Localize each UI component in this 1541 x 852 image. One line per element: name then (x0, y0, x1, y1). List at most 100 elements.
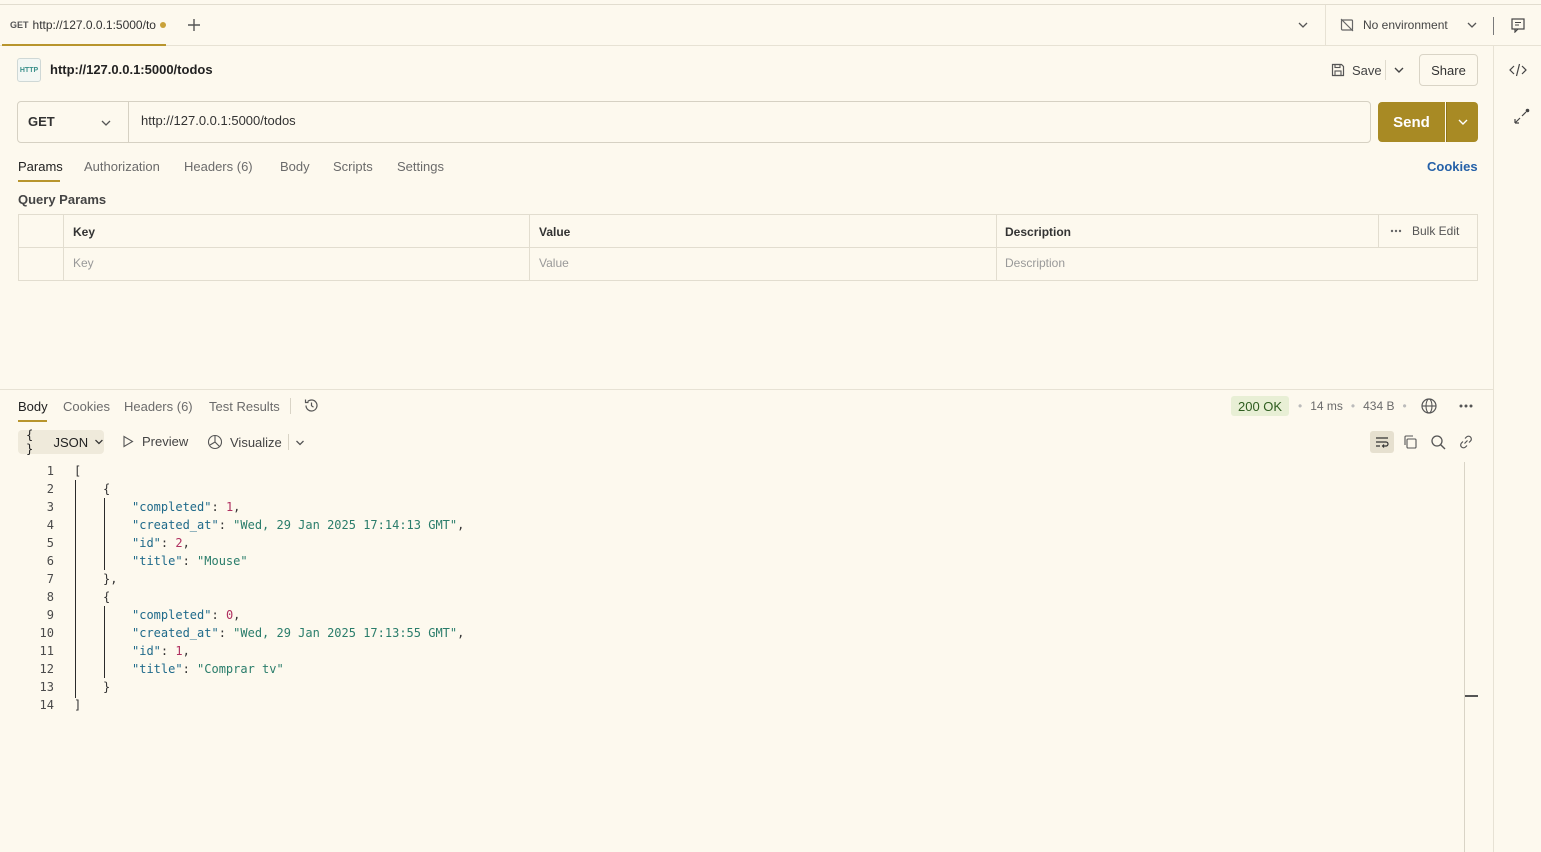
table-divider (18, 247, 1478, 248)
query-params-title: Query Params (18, 192, 107, 207)
request-tab[interactable]: GET http://127.0.0.1:5000/toc (2, 5, 166, 46)
response-tab-test-results[interactable]: Test Results (209, 399, 280, 414)
response-tab-headers[interactable]: Headers (6) (124, 399, 193, 414)
line-number: 11 (39, 644, 54, 658)
environment-selector[interactable]: No environment (1339, 15, 1448, 35)
method-selector[interactable]: GET (28, 114, 55, 129)
code-line: { (103, 590, 111, 604)
request-title[interactable]: http://127.0.0.1:5000/todos (50, 62, 213, 77)
environment-dropdown-button[interactable] (1466, 19, 1478, 31)
comments-icon (1511, 18, 1525, 33)
globe-icon (1421, 398, 1437, 414)
divider (1385, 60, 1386, 80)
right-sidebar (1493, 46, 1541, 852)
code-line: "created_at": "Wed, 29 Jan 2025 17:13:55… (132, 626, 465, 640)
code-snippet-button[interactable] (1509, 62, 1527, 78)
chevron-down-icon (1467, 22, 1477, 28)
response-divider[interactable] (0, 389, 1493, 390)
play-icon (123, 435, 134, 448)
line-number: 12 (39, 662, 54, 676)
save-button[interactable]: Save (1330, 59, 1382, 81)
code-icon (1509, 63, 1527, 77)
chevron-down-icon (101, 120, 111, 126)
line-number: 7 (46, 572, 54, 586)
visualize-options-button[interactable] (295, 438, 305, 448)
method-dropdown-button[interactable] (100, 117, 112, 129)
network-info-button[interactable] (1420, 397, 1438, 415)
visualize-button[interactable]: Visualize (207, 434, 282, 450)
code-line: [ (74, 464, 82, 478)
more-options-button[interactable] (1458, 399, 1474, 413)
format-label: JSON (53, 434, 89, 450)
expand-button[interactable] (1512, 108, 1530, 126)
indent-guide (104, 498, 105, 570)
expand-icon (1514, 108, 1530, 124)
divider (1325, 5, 1326, 46)
code-line: }, (103, 572, 118, 586)
code-line: "title": "Mouse" (132, 554, 248, 568)
column-header-key: Key (73, 225, 96, 239)
response-time[interactable]: 14 ms (1310, 399, 1343, 413)
bulk-edit-label: Bulk Edit (1412, 224, 1460, 238)
copy-button[interactable] (1402, 434, 1418, 450)
response-tab-cookies[interactable]: Cookies (63, 399, 110, 414)
line-number: 8 (46, 590, 54, 604)
cookies-link[interactable]: Cookies (1427, 159, 1478, 174)
line-number: 5 (46, 536, 54, 550)
code-line: "title": "Comprar tv" (132, 662, 284, 676)
code-line: "id": 1, (132, 644, 190, 658)
url-input[interactable] (141, 113, 1341, 128)
chevron-down-icon (1298, 22, 1308, 28)
scrollbar-thumb[interactable] (1465, 695, 1478, 697)
search-button[interactable] (1430, 434, 1446, 450)
chevron-down-icon (1394, 67, 1404, 73)
comments-button[interactable] (1510, 17, 1526, 33)
save-label: Save (1352, 62, 1382, 78)
http-icon: HTTP (17, 58, 41, 82)
value-input[interactable]: Value (539, 256, 569, 270)
key-input[interactable]: Key (73, 256, 94, 270)
tab-params[interactable]: Params (18, 159, 63, 174)
save-icon (1331, 63, 1345, 77)
more-icon (1390, 229, 1402, 233)
tabs-dropdown-button[interactable] (1297, 19, 1309, 31)
line-number: 10 (39, 626, 54, 640)
description-input[interactable]: Description (1005, 256, 1065, 270)
send-options-button[interactable] (1446, 102, 1478, 142)
tab-settings[interactable]: Settings (397, 159, 444, 174)
divider (1493, 17, 1494, 35)
format-selector[interactable]: { } JSON (18, 428, 104, 456)
active-tab-indicator (18, 180, 60, 182)
new-tab-button[interactable] (186, 17, 202, 33)
tab-scripts[interactable]: Scripts (333, 159, 373, 174)
history-button[interactable] (303, 397, 320, 414)
tab-body[interactable]: Body (280, 159, 310, 174)
tab-headers[interactable]: Headers (6) (184, 159, 253, 174)
tab-authorization[interactable]: Authorization (84, 159, 160, 174)
unsaved-dot (160, 21, 166, 28)
send-button[interactable]: Send (1378, 102, 1445, 142)
share-button[interactable]: Share (1419, 54, 1478, 86)
line-number: 13 (39, 680, 54, 694)
wrap-lines-icon (1376, 437, 1389, 448)
status-badge[interactable]: 200 OK (1231, 396, 1290, 416)
response-tab-body[interactable]: Body (18, 399, 48, 414)
no-environment-icon (1340, 18, 1354, 32)
separator-dot: • (1350, 399, 1356, 413)
response-size[interactable]: 434 B (1363, 399, 1394, 413)
code-line: "completed": 0, (132, 608, 241, 622)
preview-button[interactable]: Preview (122, 434, 188, 449)
line-number: 2 (46, 482, 54, 496)
indent-guide (104, 606, 105, 678)
save-options-button[interactable] (1393, 64, 1405, 76)
line-number: 3 (46, 500, 54, 514)
wrap-lines-button[interactable] (1370, 431, 1394, 453)
bulk-edit-button[interactable]: Bulk Edit (1390, 224, 1459, 238)
copy-icon (1404, 435, 1417, 449)
copy-link-button[interactable] (1458, 434, 1474, 450)
line-number: 9 (46, 608, 54, 622)
code-line: } (103, 680, 111, 694)
environment-label: No environment (1363, 18, 1448, 32)
code-line: "created_at": "Wed, 29 Jan 2025 17:14:13… (132, 518, 465, 532)
scrollbar[interactable] (1464, 462, 1465, 852)
